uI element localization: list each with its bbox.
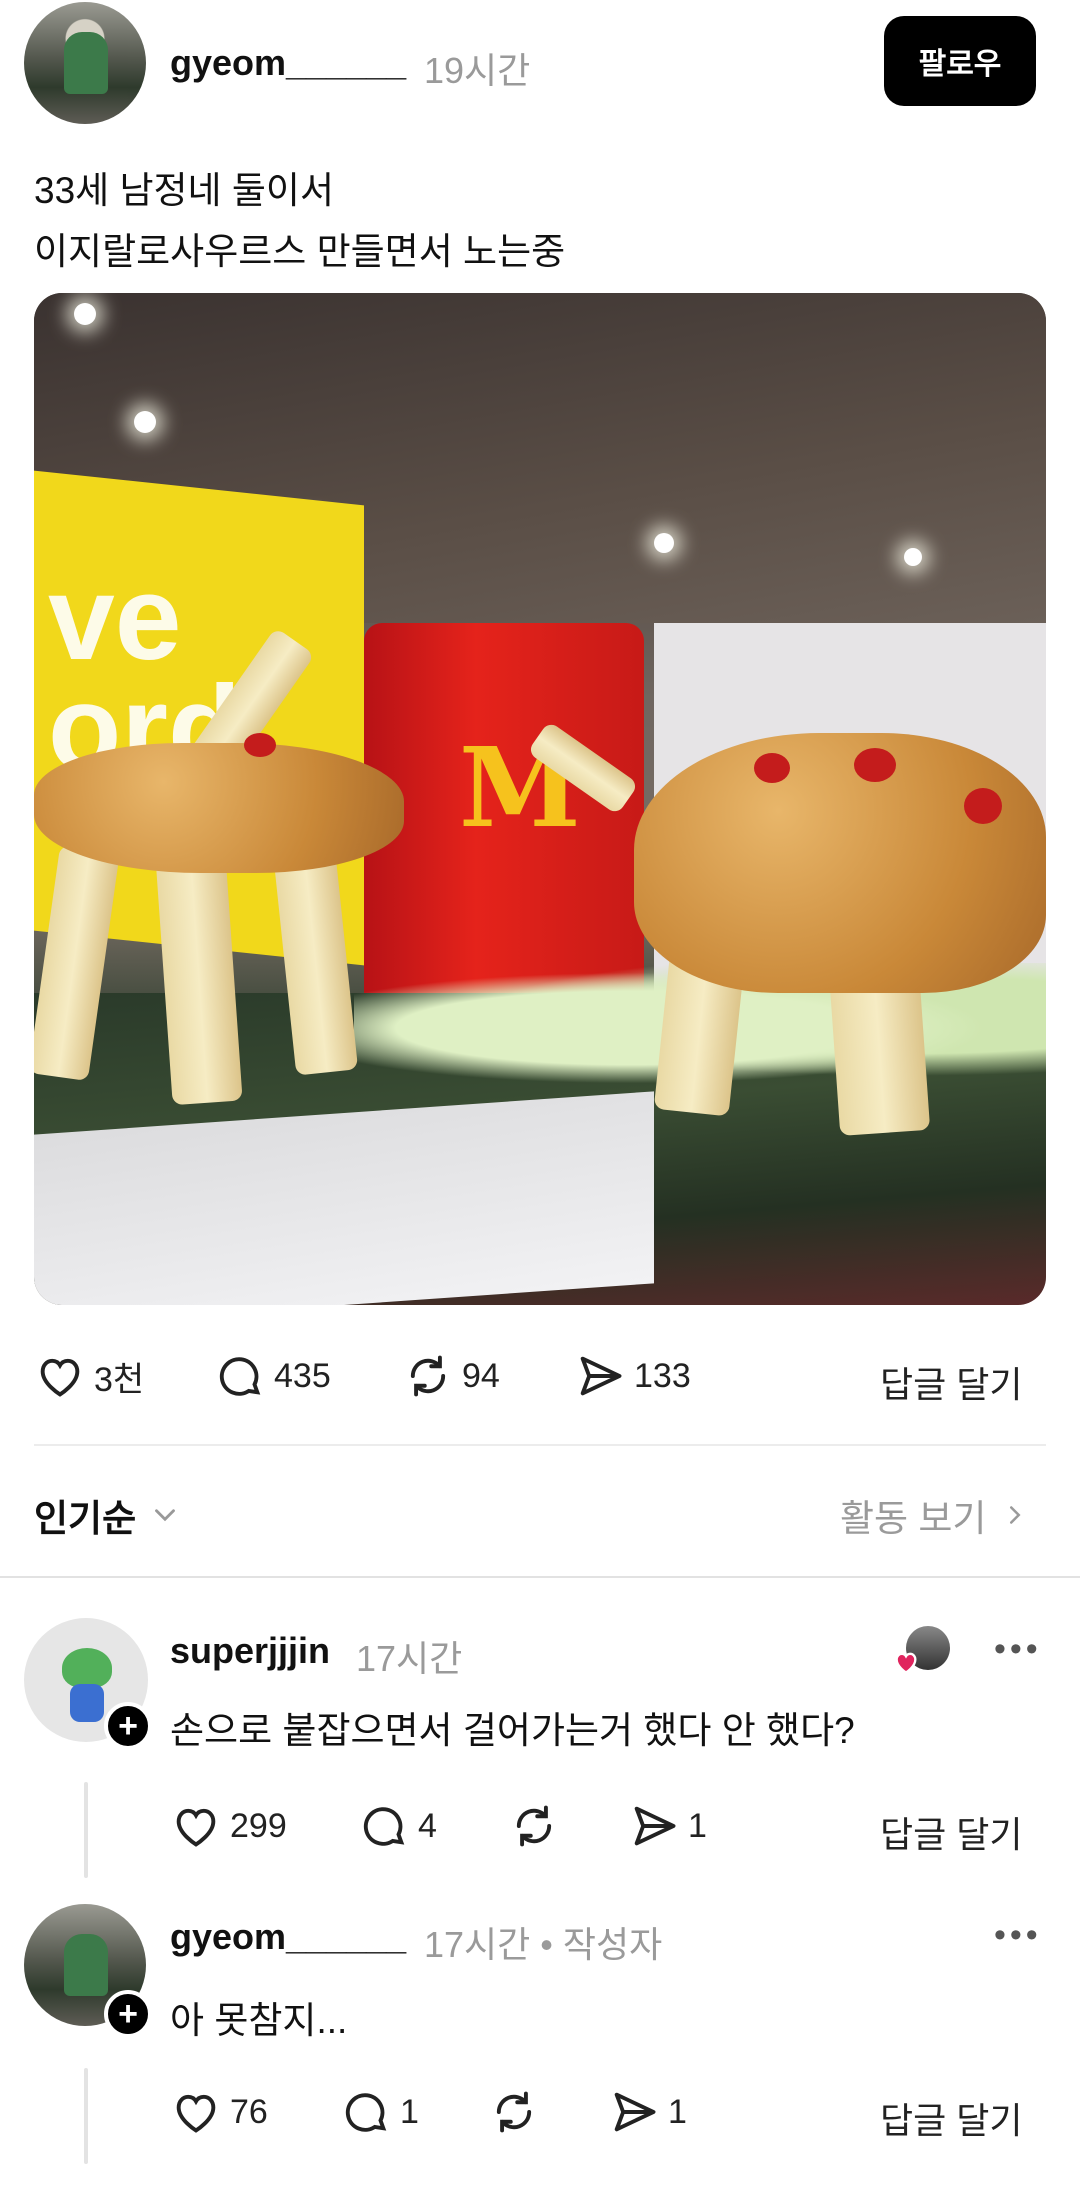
comment-reply-button[interactable]: 답글 달기 [880,2092,1022,2144]
comment-time: 17시간 • 작성자 [424,1924,663,1965]
send-icon [614,2092,656,2132]
photo-light [904,548,922,566]
comment-repost-button[interactable] [508,1800,568,1852]
post-text-line-1: 33세 남정네 둘이서 [34,170,334,211]
like-button[interactable]: 3천 [34,1350,144,1402]
repost-icon [496,2091,532,2133]
sort-dropdown[interactable]: 인기순 [34,1488,182,1542]
post-text: 33세 남정네 둘이서 이지랄로사우르스 만들면서 노는중 [34,160,565,282]
comment-reply-count-button[interactable]: 4 [358,1800,437,1852]
repost-icon [410,1355,446,1397]
comment-text: 아 못참지... [170,2000,348,2041]
comment-share-button[interactable]: 1 [628,1800,707,1852]
post-photo[interactable]: ve ord M [34,293,1046,1305]
photo-ketchup [854,748,896,782]
repost-count: 94 [462,1356,500,1395]
divider [0,1576,1080,1578]
post-time: 19시간 [424,50,531,91]
photo-light [74,303,96,325]
repost-button[interactable]: 94 [402,1350,500,1402]
frog-avatar-head [62,1648,112,1688]
more-icon[interactable]: ••• [994,1630,1042,1669]
comment-time: 17시간 [356,1638,463,1679]
heart-icon [176,2094,216,2133]
more-icon[interactable]: ••• [994,1916,1042,1955]
activity-label: 활동 보기 [840,1498,987,1539]
photo-light [134,411,156,433]
reply-button[interactable]: 답글 달기 [880,1356,1022,1408]
comment-button[interactable]: 435 [214,1350,331,1402]
send-icon [580,1356,622,1396]
comment-share-count: 1 [668,2092,687,2131]
heart-badge-icon [895,1652,917,1674]
thread-line [84,1782,88,1878]
comment-reply-count: 1 [400,2092,419,2131]
repost-icon [516,1805,552,1847]
comment-like-button[interactable]: 76 [170,2086,268,2138]
comment-like-count: 76 [230,2092,268,2131]
comment-username[interactable]: gyeom______ [170,1916,406,1958]
comment-repost-button[interactable] [488,2086,548,2138]
comment-like-count: 299 [230,1806,287,1845]
like-count: 3천 [94,1360,145,1399]
activity-link[interactable]: 활동 보기 [840,1488,1030,1542]
chevron-right-icon [1010,1506,1021,1524]
photo-ketchup [964,788,1002,824]
comment-bubble-icon [219,1357,261,1396]
chevron-down-icon [155,1509,176,1522]
comment-share-button[interactable]: 1 [608,2086,687,2138]
comment-share-count: 1 [688,1806,707,1845]
photo-ketchup [754,753,790,783]
photo-nugget [34,743,404,873]
photo-nugget [634,733,1046,993]
divider [34,1444,1046,1446]
thread-line [84,2068,88,2164]
photo-ketchup [244,733,276,757]
follow-plus-icon[interactable]: + [104,1990,152,2038]
comment-bubble-icon [363,1807,405,1846]
heart-icon [176,1808,216,1847]
author-avatar[interactable] [24,2,146,124]
sort-label: 인기순 [34,1498,137,1539]
comment-count: 435 [274,1356,331,1395]
photo-light [654,533,674,553]
post-username[interactable]: gyeom______ [170,42,406,84]
send-icon [634,1806,676,1846]
share-button[interactable]: 133 [574,1350,691,1402]
follow-plus-icon[interactable]: + [104,1702,152,1750]
comment-reply-button[interactable]: 답글 달기 [880,1806,1022,1858]
comment-like-button[interactable]: 299 [170,1800,287,1852]
comment-reply-count: 4 [418,1806,437,1845]
heart-icon [40,1358,80,1397]
frog-avatar-body [70,1684,104,1722]
comment-text: 손으로 붙잡으면서 걸어가는거 했다 안 했다? [170,1710,855,1751]
comment-username[interactable]: superjjjin [170,1630,330,1672]
comment-reply-count-button[interactable]: 1 [340,2086,419,2138]
comment-bubble-icon [345,2093,387,2132]
share-count: 133 [634,1356,691,1395]
follow-button[interactable]: 팔로우 [884,16,1036,106]
post-text-line-2: 이지랄로사우르스 만들면서 노는중 [34,231,566,272]
